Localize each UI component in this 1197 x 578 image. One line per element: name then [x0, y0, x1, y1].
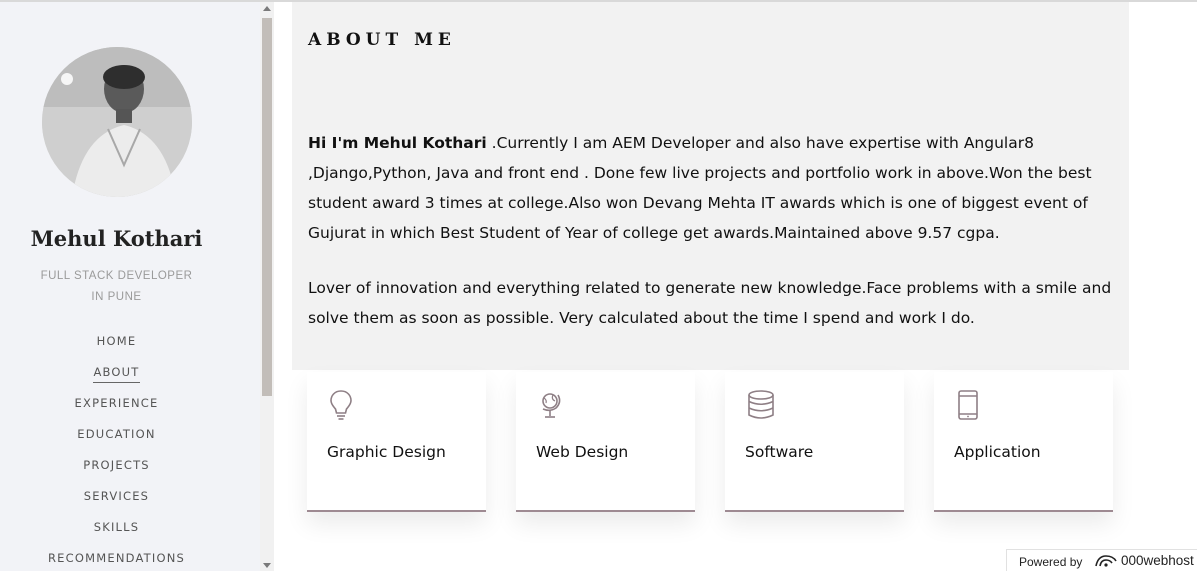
nav-item-recommendations: RECOMMENDATIONS [0, 547, 233, 578]
scroll-down-arrow-icon[interactable] [263, 563, 271, 568]
globe-icon [542, 393, 561, 418]
nav-link-skills[interactable]: SKILLS [94, 520, 140, 537]
sidebar-scrollbar[interactable] [260, 2, 274, 571]
nav-item-about: ABOUT [0, 361, 233, 392]
service-card-graphic-design: Graphic Design [307, 372, 486, 512]
profile-role-line1: FULL STACK DEVELOPER [40, 270, 193, 282]
nav-link-about[interactable]: ABOUT [93, 365, 140, 383]
service-card-software: Software [725, 372, 904, 512]
service-label: Application [954, 443, 1041, 461]
lightbulb-icon [330, 390, 352, 420]
nav-link-services[interactable]: SERVICES [84, 489, 149, 506]
avatar [42, 47, 192, 197]
nav-item-services: SERVICES [0, 485, 233, 516]
about-second-paragraph: Lover of innovation and everything relat… [308, 279, 1112, 327]
nav-item-education: EDUCATION [0, 423, 233, 454]
profile-name: Mehul Kothari [30, 226, 203, 251]
about-intro-name: Hi I'm Mehul Kothari [308, 134, 487, 152]
powered-by-text: Powered by [1019, 555, 1083, 569]
about-section: ABOUT ME Hi I'm Mehul Kothari .Currently… [292, 2, 1129, 370]
nav-link-projects[interactable]: PROJECTS [83, 458, 150, 475]
webhost-brand-text: 000webhost [1121, 553, 1194, 568]
webhost-logo-icon [1095, 555, 1117, 567]
profile-role: FULL STACK DEVELOPER IN PUNE [0, 266, 233, 308]
scroll-up-arrow-icon[interactable] [263, 6, 271, 11]
nav-link-home[interactable]: HOME [97, 334, 137, 351]
nav-item-projects: PROJECTS [0, 454, 233, 485]
profile-role-line2: IN PUNE [91, 291, 142, 303]
phone-icon [958, 390, 978, 420]
service-label: Graphic Design [327, 443, 446, 461]
nav-item-skills: SKILLS [0, 516, 233, 547]
service-label: Web Design [536, 443, 629, 461]
sidebar: Mehul Kothari FULL STACK DEVELOPER IN PU… [0, 2, 260, 571]
scroll-thumb[interactable] [262, 18, 272, 396]
sidebar-nav: HOME ABOUT EXPERIENCE EDUCATION PROJECTS… [0, 330, 233, 578]
nav-link-recommendations[interactable]: RECOMMENDATIONS [48, 551, 185, 568]
nav-item-home: HOME [0, 330, 233, 361]
service-label: Software [745, 443, 814, 461]
database-icon [748, 390, 774, 419]
powered-by-badge[interactable]: Powered by 000webhost [1006, 549, 1197, 571]
about-intro-paragraph: Hi I'm Mehul Kothari .Currently I am AEM… [308, 128, 1113, 248]
nav-link-experience[interactable]: EXPERIENCE [75, 396, 159, 413]
nav-link-education[interactable]: EDUCATION [77, 427, 155, 444]
service-card-web-design: Web Design [516, 372, 695, 512]
service-card-application: Application [934, 372, 1113, 512]
about-heading: ABOUT ME [308, 30, 456, 50]
nav-item-experience: EXPERIENCE [0, 392, 233, 423]
